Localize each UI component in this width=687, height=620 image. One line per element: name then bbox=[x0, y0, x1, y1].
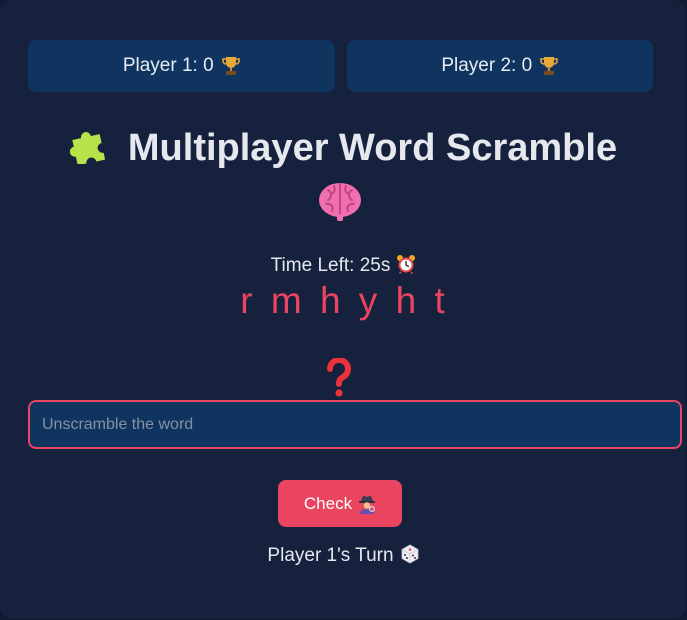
timer: Time Left: 25s bbox=[0, 254, 687, 278]
brain-icon bbox=[319, 183, 361, 221]
die-icon bbox=[401, 544, 418, 564]
check-button[interactable]: Check bbox=[278, 480, 402, 527]
player1-score-label: Player 1: 0 bbox=[122, 55, 214, 76]
check-button-label: Check bbox=[303, 493, 353, 513]
scrambled-word: r m h y h t bbox=[240, 280, 447, 321]
turn-indicator: Player 1's Turn bbox=[0, 544, 687, 568]
puzzle-piece-icon bbox=[69, 132, 105, 164]
player2-score-label: Player 2: 0 bbox=[441, 55, 533, 76]
player2-score: Player 2: 0 bbox=[346, 40, 653, 92]
timer-text: Time Left: 25s bbox=[270, 255, 391, 276]
trophy-icon bbox=[540, 57, 558, 75]
alarm-clock-icon bbox=[397, 255, 416, 274]
page-title: Multiplayer Word Scramble bbox=[0, 122, 687, 174]
game-card: Player 1: 0 Player 2: 0 Multiplayer Word… bbox=[0, 0, 686, 619]
title-text: Multiplayer Word Scramble bbox=[127, 127, 618, 169]
turn-text: Player 1's Turn bbox=[267, 545, 394, 566]
detective-icon bbox=[359, 495, 376, 514]
trophy-icon bbox=[221, 57, 240, 75]
scoreboard: Player 1: 0 Player 2: 0 bbox=[28, 40, 653, 92]
player1-score: Player 1: 0 bbox=[28, 40, 335, 92]
question-mark-icon bbox=[326, 358, 351, 397]
answer-input[interactable] bbox=[28, 400, 682, 449]
